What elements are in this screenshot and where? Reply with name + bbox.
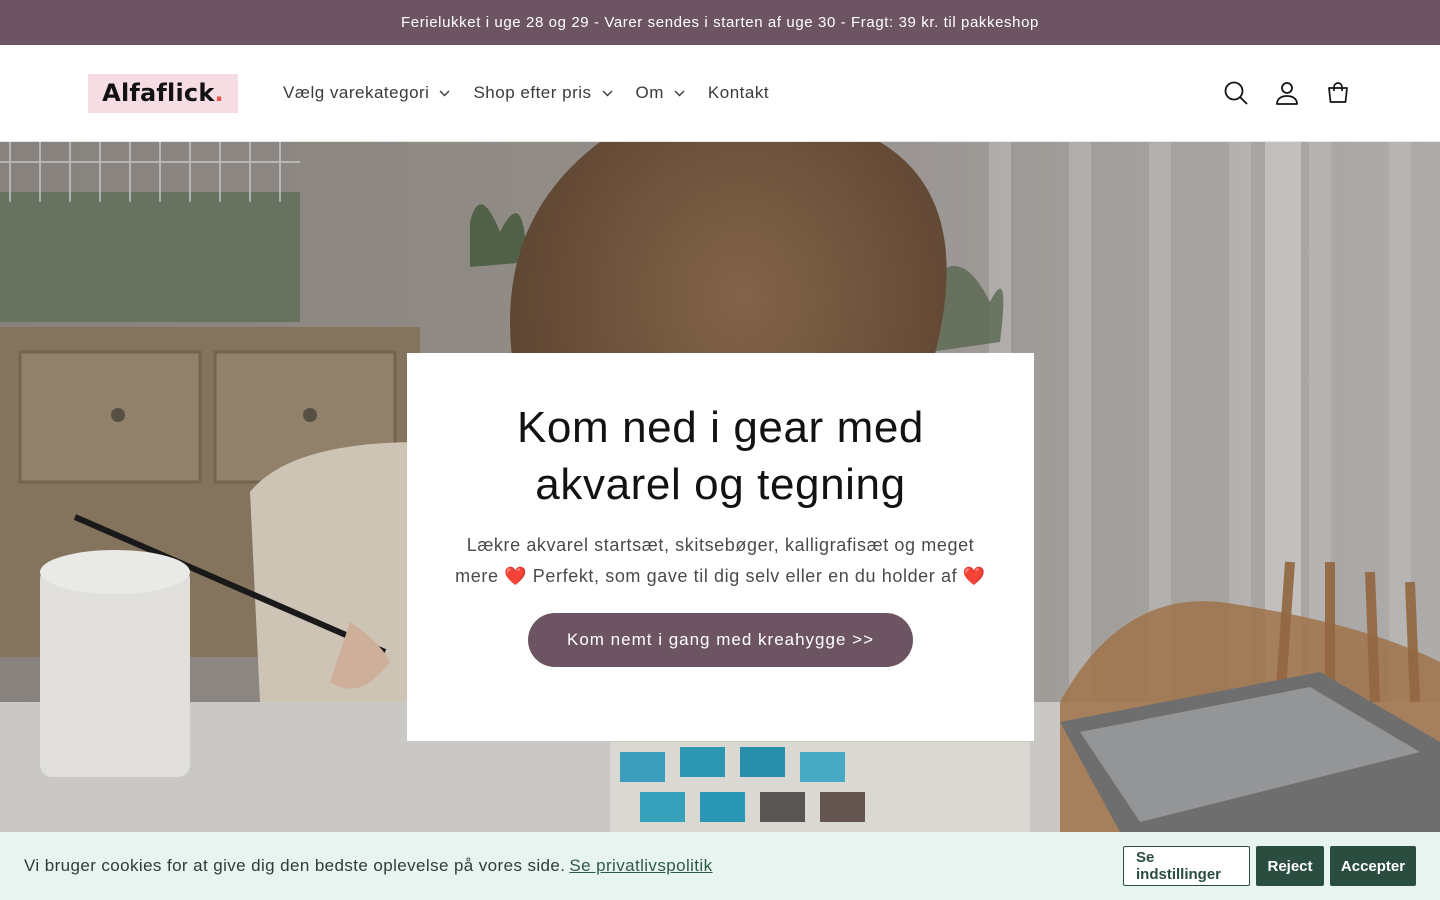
- site-header: Alfaflick. Vælg varekategori Shop efter …: [0, 45, 1440, 142]
- hero-subtitle: Lækre akvarel startsæt, skitsebøger, kal…: [455, 535, 986, 586]
- header-icons: [1221, 79, 1352, 108]
- privacy-policy-link[interactable]: Se privatlivspolitik: [569, 856, 712, 876]
- search-button[interactable]: [1221, 79, 1250, 108]
- announcement-text: Ferielukket i uge 28 og 29 - Varer sende…: [401, 14, 1039, 31]
- account-icon: [1275, 82, 1298, 105]
- chevron-down-icon: [439, 90, 450, 96]
- cookie-reject-button[interactable]: Reject: [1256, 846, 1324, 886]
- chevron-down-icon: [674, 90, 685, 96]
- nav-item-kontakt[interactable]: Kontakt: [708, 83, 769, 103]
- announcement-bar: Ferielukket i uge 28 og 29 - Varer sende…: [0, 0, 1440, 45]
- chevron-down-icon: [602, 90, 613, 96]
- logo-text: Alfaflick: [102, 79, 215, 107]
- cookie-text: Vi bruger cookies for at give dig den be…: [24, 856, 566, 875]
- nav-item-label: Om: [635, 83, 664, 102]
- nav-item-label: Vælg varekategori: [283, 83, 430, 102]
- nav-item-label: Shop efter pris: [473, 83, 592, 102]
- hero-title: Kom ned i gear med akvarel og tegning: [516, 403, 924, 509]
- account-button[interactable]: [1272, 79, 1301, 108]
- nav-item-varekategori[interactable]: Vælg varekategori: [283, 83, 450, 103]
- hero-cta-button[interactable]: Kom nemt i gang med kreahygge >>: [528, 613, 913, 667]
- logo[interactable]: Alfaflick.: [88, 73, 238, 113]
- cart-icon: [1327, 82, 1348, 103]
- cookie-settings-button[interactable]: Se indstillinger: [1123, 846, 1250, 886]
- nav-item-om[interactable]: Om: [636, 83, 685, 103]
- search-icon: [1224, 81, 1248, 105]
- logo-dot: .: [214, 79, 224, 107]
- hero-card: Kom ned i gear med akvarel og tegning Læ…: [407, 353, 1034, 741]
- nav-item-label: Kontakt: [707, 83, 770, 102]
- nav-item-shop-efter-pris[interactable]: Shop efter pris: [473, 83, 613, 103]
- cookie-buttons: Se indstillinger Reject Accepter: [1123, 846, 1416, 886]
- cookie-banner: Vi bruger cookies for at give dig den be…: [0, 832, 1440, 900]
- main-nav: Vælg varekategori Shop efter pris Om Kon…: [283, 83, 792, 103]
- cookie-accept-button[interactable]: Accepter: [1330, 846, 1416, 886]
- cart-button[interactable]: [1323, 79, 1352, 108]
- hero-banner: Kom ned i gear med akvarel og tegning Læ…: [0, 142, 1440, 832]
